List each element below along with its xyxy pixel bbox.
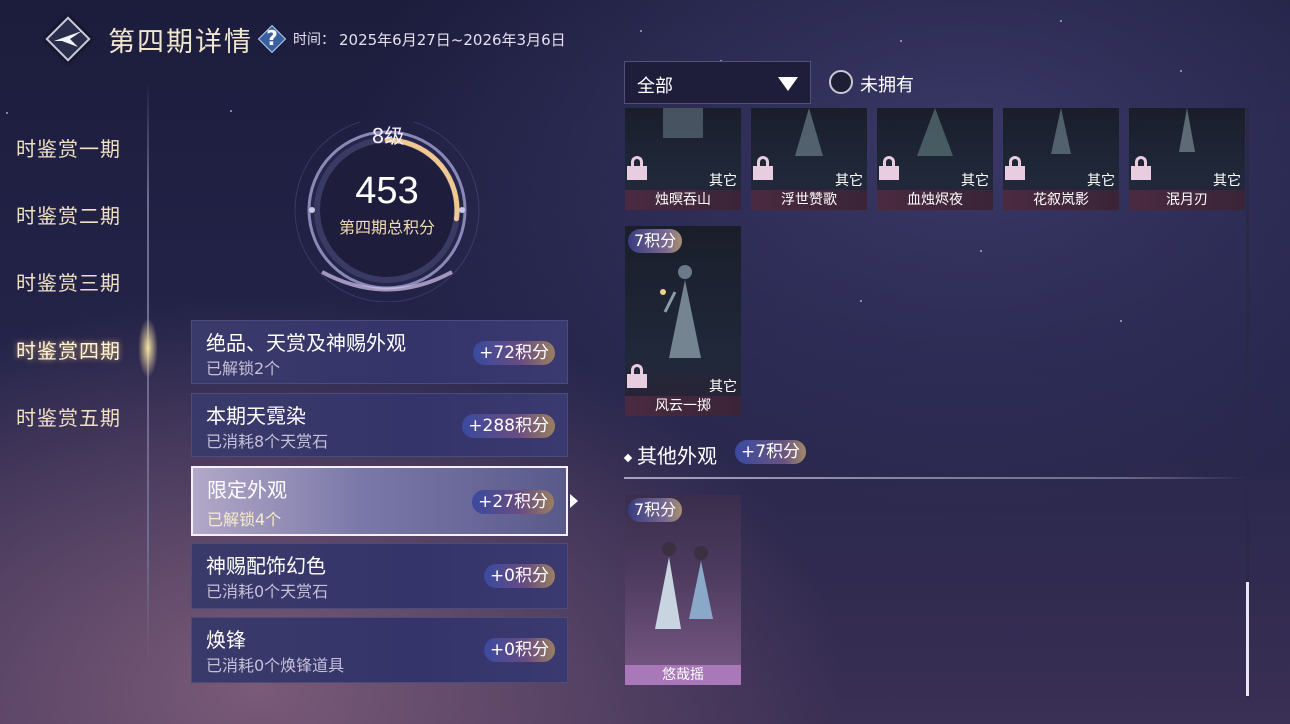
category-card-dye[interactable]: 本期天霓染 已消耗8个天赏石 +288积分	[191, 393, 568, 457]
sidebar-item-period-5[interactable]: 时鉴赏五期	[16, 402, 121, 431]
total-score: 453	[355, 170, 419, 212]
selected-arrow-icon	[570, 494, 578, 508]
category-card-premium[interactable]: 绝品、天赏及神赐外观 已解锁2个 +72积分	[191, 320, 568, 384]
lock-icon	[1005, 156, 1025, 180]
lock-icon	[627, 364, 647, 388]
section-title: 其他外观	[623, 440, 717, 469]
help-button[interactable]: ?	[257, 24, 287, 54]
outfit-points-badge: 7积分	[628, 229, 683, 253]
character-figure-icon	[1051, 108, 1071, 154]
category-title: 焕锋	[206, 628, 246, 652]
sidebar-item-period-1[interactable]: 时鉴赏一期	[16, 133, 121, 162]
category-points-badge: +72积分	[473, 341, 555, 365]
outfit-points-badge: 7积分	[628, 498, 683, 522]
category-subtitle: 已消耗0个天赏石	[206, 582, 329, 601]
category-points-badge: +0积分	[483, 564, 555, 588]
back-button[interactable]	[44, 15, 92, 63]
outfit-name: 悠哉摇	[625, 665, 741, 685]
filter-dropdown-value: 全部	[637, 76, 673, 97]
character-figure-icon	[663, 108, 703, 138]
category-card-weapon[interactable]: 焕锋 已消耗0个焕锋道具 +0积分	[191, 617, 568, 683]
outfit-card[interactable]: 其它 花叙岚影	[1003, 108, 1119, 210]
outfit-name: 血烛烬夜	[877, 190, 993, 210]
outfit-card[interactable]: 其它 血烛烬夜	[877, 108, 993, 210]
character-figure-icon	[1179, 108, 1195, 152]
sidebar-item-period-2[interactable]: 时鉴赏二期	[16, 200, 121, 229]
outfit-tag: 其它	[709, 379, 737, 395]
time-value: 2025年6月27日~2026年3月6日	[339, 30, 566, 49]
character-figure-icon	[795, 108, 823, 156]
sidebar-active-glow	[138, 318, 158, 378]
sidebar-item-period-4[interactable]: 时鉴赏四期	[16, 335, 121, 364]
section-divider	[624, 477, 1248, 479]
category-title: 本期天霓染	[206, 404, 306, 428]
outfit-tag: 其它	[1087, 173, 1115, 189]
category-points-badge: +0积分	[483, 638, 555, 662]
level-label: 8级	[371, 124, 405, 148]
outfit-card[interactable]: 其它 泯月刃	[1129, 108, 1245, 210]
outfit-tag: 其它	[1213, 173, 1241, 189]
category-title: 绝品、天赏及神赐外观	[206, 331, 406, 355]
category-subtitle: 已解锁2个	[206, 359, 281, 378]
swift-bird-icon	[54, 31, 82, 47]
character-figure-icon	[917, 108, 953, 156]
outfit-name: 泯月刃	[1129, 190, 1245, 210]
category-points-badge: +288积分	[462, 414, 555, 438]
outfit-name: 烛暝吞山	[625, 190, 741, 210]
lock-icon	[879, 156, 899, 180]
unowned-checkbox[interactable]	[829, 70, 853, 94]
filter-dropdown[interactable]: 全部	[624, 61, 811, 104]
lock-icon	[1131, 156, 1151, 180]
total-score-label: 第四期总积分	[338, 218, 435, 237]
time-label: 时间：	[293, 32, 335, 48]
category-subtitle: 已消耗0个焕锋道具	[206, 656, 345, 675]
lock-icon	[627, 156, 647, 180]
category-card-accessory[interactable]: 神赐配饰幻色 已消耗0个天赏石 +0积分	[191, 543, 568, 609]
scrollbar-thumb[interactable]	[1246, 582, 1249, 696]
question-icon: ?	[266, 26, 278, 50]
bullet-icon	[623, 453, 633, 462]
outfit-name: 风云一掷	[625, 396, 741, 416]
lock-icon	[753, 156, 773, 180]
category-card-limited[interactable]: 限定外观 已解锁4个 +27积分	[191, 466, 578, 536]
dropdown-arrow-icon	[778, 77, 798, 91]
sidebar-item-period-3[interactable]: 时鉴赏三期	[16, 267, 121, 296]
page-title: 第四期详情	[108, 26, 253, 58]
category-subtitle: 已消耗8个天赏石	[206, 432, 329, 451]
outfit-name: 花叙岚影	[1003, 190, 1119, 210]
outfit-card[interactable]: 7积分 其它 风云一掷	[625, 226, 741, 416]
character-figure-icon	[660, 265, 701, 358]
category-title: 限定外观	[207, 478, 287, 502]
outfit-card[interactable]: 7积分 悠哉摇	[625, 495, 741, 685]
category-points-badge: +27积分	[472, 490, 554, 514]
character-pair-icon	[655, 542, 713, 629]
outfit-tag: 其它	[961, 173, 989, 189]
category-subtitle: 已解锁4个	[207, 510, 282, 529]
outfit-name: 浮世赞歌	[751, 190, 867, 210]
outfit-tag: 其它	[709, 173, 737, 189]
section-points-badge: +7积分	[735, 440, 807, 464]
outfit-tag: 其它	[835, 173, 863, 189]
header: 第四期详情 ? 时间： 2025年6月27日~2026年3月6日	[44, 14, 566, 64]
unowned-checkbox-label[interactable]: 未拥有	[860, 71, 914, 97]
category-title: 神赐配饰幻色	[206, 554, 326, 578]
outfit-card[interactable]: 其它 浮世赞歌	[751, 108, 867, 210]
outfit-card[interactable]: 其它 烛暝吞山	[625, 108, 741, 210]
section-title-text: 其他外观	[637, 444, 717, 468]
